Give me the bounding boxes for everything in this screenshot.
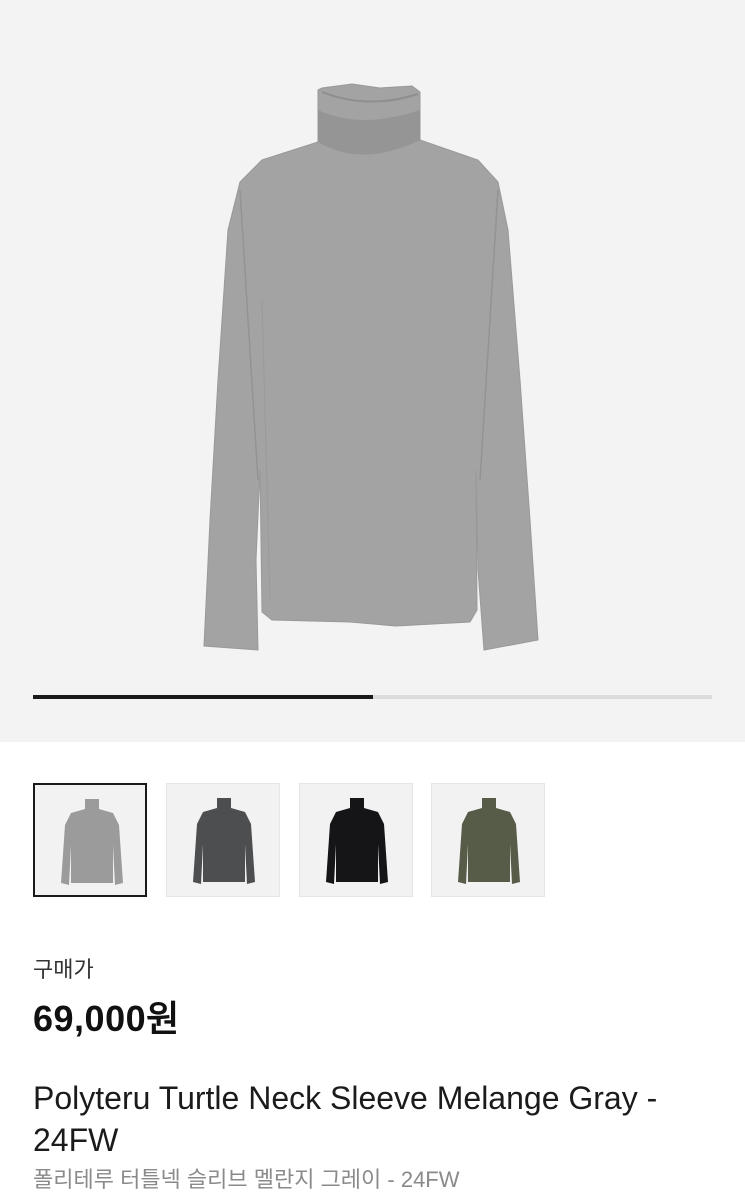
product-title-english: Polyteru Turtle Neck Sleeve Melange Gray… [33,1080,658,1158]
carousel-progress-track [33,695,712,699]
thumbnail-black[interactable] [299,783,413,897]
product-hero-image [203,83,539,651]
thumbnail-charcoal-image [193,798,255,884]
product-title-korean: 폴리테루 터틀넥 슬리브 멜란지 그레이 - 24FW [33,1167,460,1192]
thumbnail-khaki-image [458,798,520,884]
thumbnail-khaki[interactable] [431,783,545,897]
color-thumbnail-list [33,783,713,899]
product-image-carousel[interactable] [0,0,745,742]
thumbnail-gray-image [61,799,123,885]
carousel-progress-fill [33,695,373,699]
thumbnail-black-image [326,798,388,884]
thumbnail-charcoal[interactable] [166,783,280,897]
thumbnail-gray[interactable] [33,783,147,897]
price-label: 구매가 [33,957,94,982]
price-value: 69,000원 [33,998,180,1039]
